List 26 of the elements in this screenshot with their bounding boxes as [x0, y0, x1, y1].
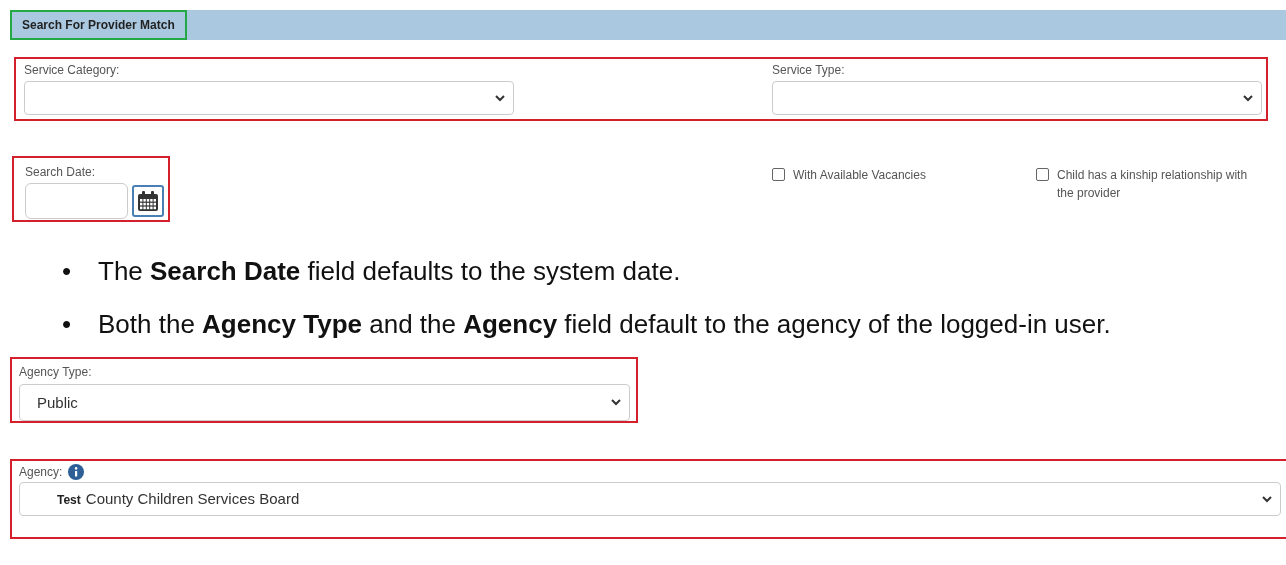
calendar-icon [137, 190, 159, 212]
caret-icon [495, 94, 505, 102]
dropdown-field[interactable]: Test County Children Services Board [19, 482, 1281, 516]
bullet: • [62, 309, 73, 340]
caret-icon [1262, 495, 1272, 503]
caret-icon [1243, 94, 1253, 102]
checkbox-label: With Available Vacancies [793, 167, 926, 184]
dropdown-field[interactable]: Public [19, 384, 630, 421]
field-label: Service Category: [24, 63, 121, 77]
info-icon[interactable] [68, 464, 85, 480]
calendar-button[interactable] [132, 185, 164, 217]
caret-icon [611, 399, 621, 406]
note-text: Both the Agency Type and the Agency field default to the agency of the logged-in user. [98, 309, 1112, 340]
dropdown-field[interactable] [24, 81, 514, 115]
dropdown-field[interactable] [772, 81, 1262, 115]
bullet: • [62, 256, 73, 287]
section-title: Search For Provider Match [10, 10, 187, 40]
note-text: The Search Date field defaults to the system date. [98, 256, 682, 287]
checkbox[interactable] [1035, 168, 1049, 181]
checkbox-label: Child has a kinship relationship with the provider [1056, 167, 1249, 202]
field-label: Search Date: [25, 165, 96, 179]
checkbox[interactable] [772, 168, 785, 181]
field-label: Agency Type: [19, 365, 92, 379]
date-input-field[interactable] [25, 183, 128, 219]
field-label: Service Type: [772, 63, 846, 77]
field-label: Agency: [19, 465, 63, 479]
